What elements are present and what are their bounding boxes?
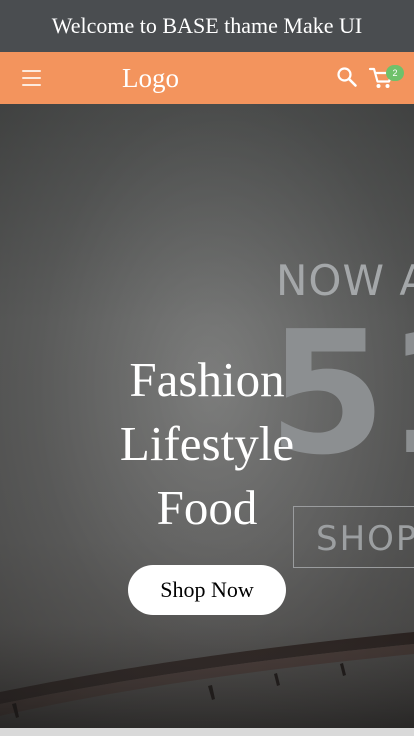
announcement-text: Welcome to BASE thame Make UI xyxy=(51,13,363,38)
bottom-strip xyxy=(0,728,414,736)
hero-heading-line: Food xyxy=(156,480,258,535)
menu-button[interactable] xyxy=(20,67,44,89)
cart-count-badge: 2 xyxy=(386,65,404,81)
announcement-bar: Welcome to BASE thame Make UI xyxy=(0,0,414,52)
search-icon xyxy=(337,67,357,87)
hamburger-menu-icon xyxy=(22,70,41,72)
hero-heading: Fashion Lifestyle Food xyxy=(0,348,414,540)
logo[interactable]: Logo xyxy=(122,61,179,95)
hero-banner: NOW A 51 SHOP Fashion Lifestyle Food Sho… xyxy=(0,104,414,728)
shop-now-button[interactable]: Shop Now xyxy=(128,565,286,615)
search-button[interactable] xyxy=(336,66,358,88)
hero-heading-line: Fashion xyxy=(129,352,285,407)
hero-heading-line: Lifestyle xyxy=(119,416,295,471)
